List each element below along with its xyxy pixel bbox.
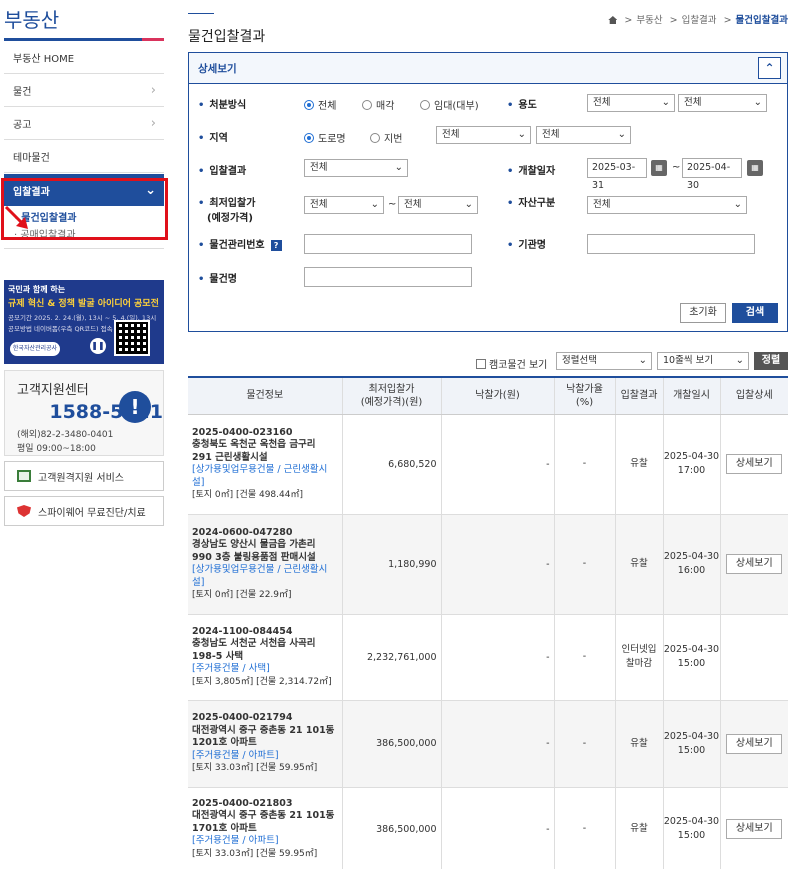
min-price-from-select[interactable]: 전체 ⌄ — [304, 196, 384, 214]
remote-support-button[interactable]: 고객원격지원 서비스 — [4, 461, 164, 491]
detail-button[interactable]: 상세보기 — [726, 733, 783, 754]
asset-label: • 자산구분 — [507, 198, 556, 209]
promo-banner[interactable]: 국민과 함께 하는 규제 혁신 & 정책 발굴 아이디어 공모전 공모기간 20… — [4, 280, 164, 364]
sidebar-title-bar — [4, 38, 164, 41]
table-row: 2025-0400-021794 대전광역시 중구 중촌동 21 101동 120… — [188, 700, 788, 788]
min-price-to-select[interactable]: 전체 ⌄ — [398, 196, 478, 214]
region-select-2[interactable]: 전체 ⌄ — [536, 126, 631, 144]
monitor-icon — [17, 470, 31, 482]
sort-button[interactable]: 정렬 — [754, 352, 788, 370]
col-header-info[interactable]: 물건정보 — [188, 376, 342, 415]
qr-code-icon — [114, 320, 150, 356]
disposal-radio-lease[interactable]: 임대(대부) — [420, 97, 479, 112]
calendar-icon[interactable]: ▦ — [651, 160, 667, 176]
collapse-toggle-button[interactable]: ⌃ — [758, 57, 781, 79]
usage-select-2[interactable]: 전체 ⌄ — [678, 94, 767, 112]
chevron-up-icon: ⌃ — [764, 61, 775, 75]
sidebar-item-items[interactable]: 물건 › — [4, 74, 164, 107]
sidebar-item-theme[interactable]: 테마물건 — [4, 140, 164, 173]
exclamation-icon: ! — [119, 391, 151, 423]
breadcrumb: > 부동산 > 입찰결과 > 물건입찰결과 — [608, 12, 788, 26]
chevron-right-icon: › — [150, 115, 156, 131]
search-button[interactable]: 검색 — [732, 303, 778, 323]
disposal-radio-sale[interactable]: 매각 — [362, 97, 394, 112]
mgmt-no-input[interactable] — [304, 234, 472, 254]
agency-input[interactable] — [587, 234, 755, 254]
disposal-label: • 처분방식 — [198, 100, 247, 111]
customer-center: 고객지원센터 1588-5321 (해외)82-2-3480-0401 평일 0… — [4, 370, 164, 456]
detail-button[interactable]: 상세보기 — [726, 819, 783, 839]
home-icon[interactable] — [608, 16, 618, 24]
shield-icon — [17, 505, 31, 517]
usage-select-1[interactable]: 전체 ⌄ — [587, 94, 675, 112]
item-name-input[interactable] — [304, 267, 472, 287]
region-select-1[interactable]: 전체 ⌄ — [436, 126, 531, 144]
campaign-checkbox[interactable]: 캠코물건 보기 — [476, 356, 547, 371]
search-panel: 상세보기 ⌃ • 처분방식 전체 매각 임대(대부) • 용도 전체 ⌄ 전체 ⌄ • 지… — [188, 52, 788, 332]
col-header-win-price[interactable]: 낙찰가(원) — [440, 376, 554, 415]
usage-label: • 용도 — [507, 100, 537, 111]
table-row: 2025-0400-023160 충청북도 옥천군 옥천읍 금구리 291 근린생… — [188, 414, 788, 515]
table-row: 2025-0400-021803 대전광역시 중구 중촌동 21 101동 170… — [188, 787, 788, 869]
col-header-min-price[interactable]: 최저입찰가 (예정가격)(원) — [341, 376, 441, 415]
region-radio-road[interactable]: 도로명 — [304, 130, 346, 145]
item-name-label: • 물건명 — [198, 274, 238, 285]
region-label: • 지역 — [198, 133, 228, 144]
detail-button[interactable]: 상세보기 — [726, 554, 783, 574]
spyware-check-button[interactable]: 스파이웨어 무료진단/치료 — [4, 496, 164, 526]
results-table: 물건정보 최저입찰가 (예정가격)(원) 낙찰가(원) 낙찰가율 (%) 입찰결… — [188, 376, 788, 869]
table-row: 2024-1100-084454 충청남도 서천군 서천읍 사곡리 198-5 사… — [188, 614, 788, 701]
reset-button[interactable]: 초기화 — [680, 303, 726, 323]
asset-select[interactable]: 전체 ⌄ — [587, 196, 747, 214]
calendar-icon[interactable]: ▦ — [747, 160, 763, 176]
table-header-row: 물건정보 최저입찰가 (예정가격)(원) 낙찰가(원) 낙찰가율 (%) 입찰결… — [188, 376, 788, 415]
pause-icon[interactable]: ❚❚ — [90, 338, 106, 354]
col-header-detail[interactable]: 입찰상세 — [719, 376, 788, 415]
sort-select[interactable]: 정렬선택 ⌄ — [556, 352, 652, 370]
table-row: 2024-0600-047280 경상남도 양산시 물금읍 가촌리 990 3층 … — [188, 514, 788, 615]
sidebar-item-notices[interactable]: 공고 › — [4, 107, 164, 140]
region-radio-lot[interactable]: 지번 — [370, 130, 402, 145]
result-label: • 입찰결과 — [198, 166, 247, 177]
sidebar-title: 부동산 — [4, 8, 60, 32]
mgmt-no-label: • 물건관리번호? — [198, 236, 282, 251]
min-price-label: • 최저입찰가 — [198, 198, 256, 209]
page-title: 물건입찰결과 — [188, 29, 266, 45]
col-header-open-date[interactable]: 개찰일시 — [662, 376, 720, 415]
date-to-input[interactable]: 2025-04-30 — [682, 158, 742, 191]
help-icon[interactable]: ? — [270, 240, 282, 251]
chevron-right-icon: › — [150, 82, 156, 98]
open-date-label: • 개찰일자 — [507, 166, 556, 177]
col-header-result[interactable]: 입찰결과 — [614, 376, 663, 415]
col-header-win-rate[interactable]: 낙찰가율 (%) — [553, 376, 615, 415]
date-from-input[interactable]: 2025-03-31 — [587, 158, 647, 191]
panel-header: 상세보기 ⌃ — [189, 53, 787, 84]
banner-logo: 한국자산관리공사 — [10, 342, 60, 356]
sidebar-item-home[interactable]: 부동산 HOME — [4, 41, 164, 74]
arrow-annotation-icon — [4, 205, 28, 229]
page-size-select[interactable]: 10줄씩 보기 ⌄ — [657, 352, 749, 370]
disposal-radio-all[interactable]: 전체 — [304, 97, 336, 112]
result-select[interactable]: 전체 ⌄ — [304, 159, 408, 177]
list-toolbar: 캠코물건 보기 정렬선택 ⌄ 10줄씩 보기 ⌄ 정렬 — [188, 352, 788, 372]
detail-button[interactable]: 상세보기 — [726, 454, 783, 474]
agency-label: • 기관명 — [507, 240, 547, 251]
